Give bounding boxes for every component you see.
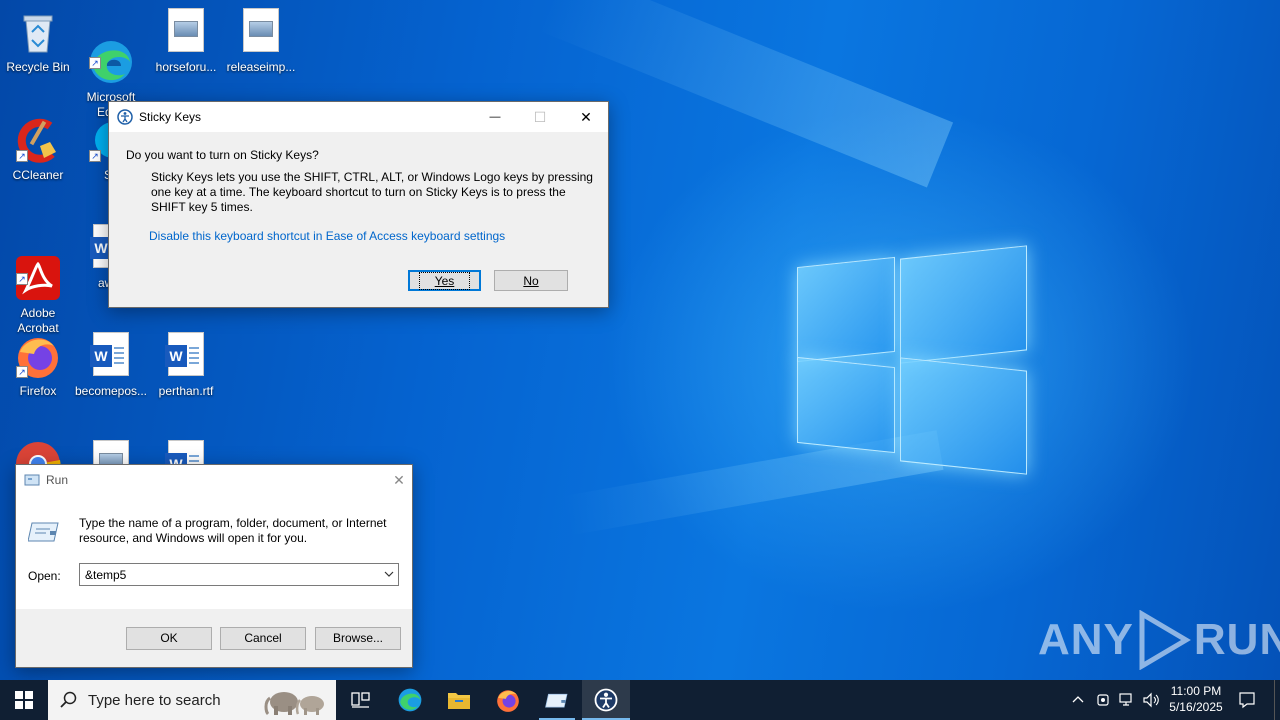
start-button[interactable] [0,680,48,720]
word-doc-icon: W [87,332,135,380]
ok-button[interactable]: OK [126,627,212,650]
desktop-icon-perthan[interactable]: W perthan.rtf [148,328,224,399]
search-highlight-elephants-icon [262,684,332,716]
taskbar: Type here to search 11:00 PM 5/16/2025 [0,680,1280,720]
clock[interactable]: 11:00 PM 5/16/2025 [1164,683,1228,715]
shortcut-arrow-icon: ↗ [16,150,28,162]
ease-of-access-icon [594,688,618,712]
minimize-button[interactable]: — [472,102,518,132]
anyrun-watermark: ANY RUN [1038,608,1280,672]
search-icon [60,691,77,708]
network-icon[interactable] [1118,692,1136,708]
desktop-icon-label: horseforu... [155,60,217,74]
image-file-icon [162,8,210,56]
run-program-icon [27,517,60,545]
desktop-icon-label: CCleaner [12,168,64,182]
desktop-icon-ccleaner[interactable]: ↗ CCleaner [0,112,76,183]
search-placeholder: Type here to search [88,692,221,709]
desktop-icon-becomepos[interactable]: W becomepos... [73,328,149,399]
sticky-keys-question: Do you want to turn on Sticky Keys? [126,148,319,162]
firefox-icon [497,690,519,712]
sticky-keys-titlebar[interactable]: Sticky Keys — ☐ ✕ [109,102,608,132]
desktop-icon-firefox[interactable]: ↗ Firefox [0,328,76,399]
watermark-text-left: ANY [1038,615,1134,664]
run-app-icon [545,693,568,708]
desktop-icon-releaseimp[interactable]: releaseimp... [223,4,299,75]
browse-button[interactable]: Browse... [315,627,401,650]
shortcut-arrow-icon: ↗ [16,273,28,285]
close-button[interactable]: ✕ [376,465,422,495]
no-button[interactable]: No [494,270,568,291]
windows-logo-pane [797,256,895,363]
search-box[interactable]: Type here to search [48,680,336,720]
desktop-icon-label: Firefox [19,384,57,398]
run-app-icon [24,473,40,487]
shortcut-arrow-icon: ↗ [89,57,101,69]
chevron-up-icon[interactable] [1070,692,1086,708]
ease-of-access-icon [117,109,133,125]
taskbar-firefox[interactable] [484,680,532,720]
taskbar-edge[interactable] [386,680,434,720]
watermark-text-right: RUN [1193,615,1280,664]
chevron-down-icon[interactable] [380,564,398,585]
task-view-button[interactable] [336,680,384,720]
folder-icon [448,693,470,709]
taskbar-run[interactable] [533,680,581,720]
ccleaner-icon: ↗ [14,116,62,164]
desktop-icon-label: perthan.rtf [158,384,214,398]
cancel-button[interactable]: Cancel [220,627,306,650]
firefox-icon: ↗ [14,332,62,380]
notifications-icon[interactable] [1238,691,1256,709]
windows-logo-pane [797,356,895,454]
sticky-keys-dialog: Sticky Keys — ☐ ✕ Do you want to turn on… [108,101,609,308]
desktop-icon-label: releaseimp... [226,60,296,74]
shortcut-arrow-icon: ↗ [16,366,28,378]
show-desktop-button[interactable] [1274,680,1280,720]
windows-logo-pane [900,357,1027,475]
task-view-icon [351,692,370,708]
image-file-icon [237,8,285,56]
desktop-icon-horseforu[interactable]: horseforu... [148,4,224,75]
clock-date: 5/16/2025 [1169,700,1223,714]
open-label: Open: [28,569,61,583]
desktop-icon-label: Recycle Bin [6,60,70,74]
yes-button-label: Yes [418,272,471,290]
yes-button[interactable]: Yes [408,270,481,291]
sticky-keys-description: Sticky Keys lets you use the SHIFT, CTRL… [151,170,593,214]
recycle-bin-icon [14,8,62,56]
word-doc-icon: W [162,332,210,380]
run-description: Type the name of a program, folder, docu… [79,516,387,545]
ease-of-access-link[interactable]: Disable this keyboard shortcut in Ease o… [149,229,505,243]
volume-icon[interactable] [1142,692,1160,708]
clock-time: 11:00 PM [1170,684,1222,698]
open-input[interactable]: &temp5 [85,568,126,582]
shortcut-arrow-icon: ↗ [89,150,101,162]
dialog-title: Run [46,473,69,487]
taskbar-file-explorer[interactable] [435,680,483,720]
open-combobox[interactable]: &temp5 [79,563,399,586]
play-logo-icon [1139,610,1191,670]
close-button[interactable]: ✕ [563,102,609,132]
windows-start-icon [15,691,33,709]
acrobat-icon: ↗ [14,239,62,300]
run-body [16,495,412,609]
run-titlebar[interactable]: Run ✕ [16,465,412,495]
no-button-label: No [523,274,539,288]
run-dialog: Run ✕ Type the name of a program, folder… [15,464,413,668]
desktop-icon-label: becomepos... [74,384,148,398]
windows-logo-pane [900,245,1027,364]
edge-icon: ↗ [87,23,135,83]
dialog-title: Sticky Keys [139,110,202,124]
task-manager-tray-icon[interactable] [1095,692,1111,708]
desktop-icon-recycle-bin[interactable]: Recycle Bin [0,4,76,75]
taskbar-sticky-keys[interactable] [582,680,630,720]
maximize-button[interactable]: ☐ [517,102,563,132]
edge-icon [398,688,422,712]
